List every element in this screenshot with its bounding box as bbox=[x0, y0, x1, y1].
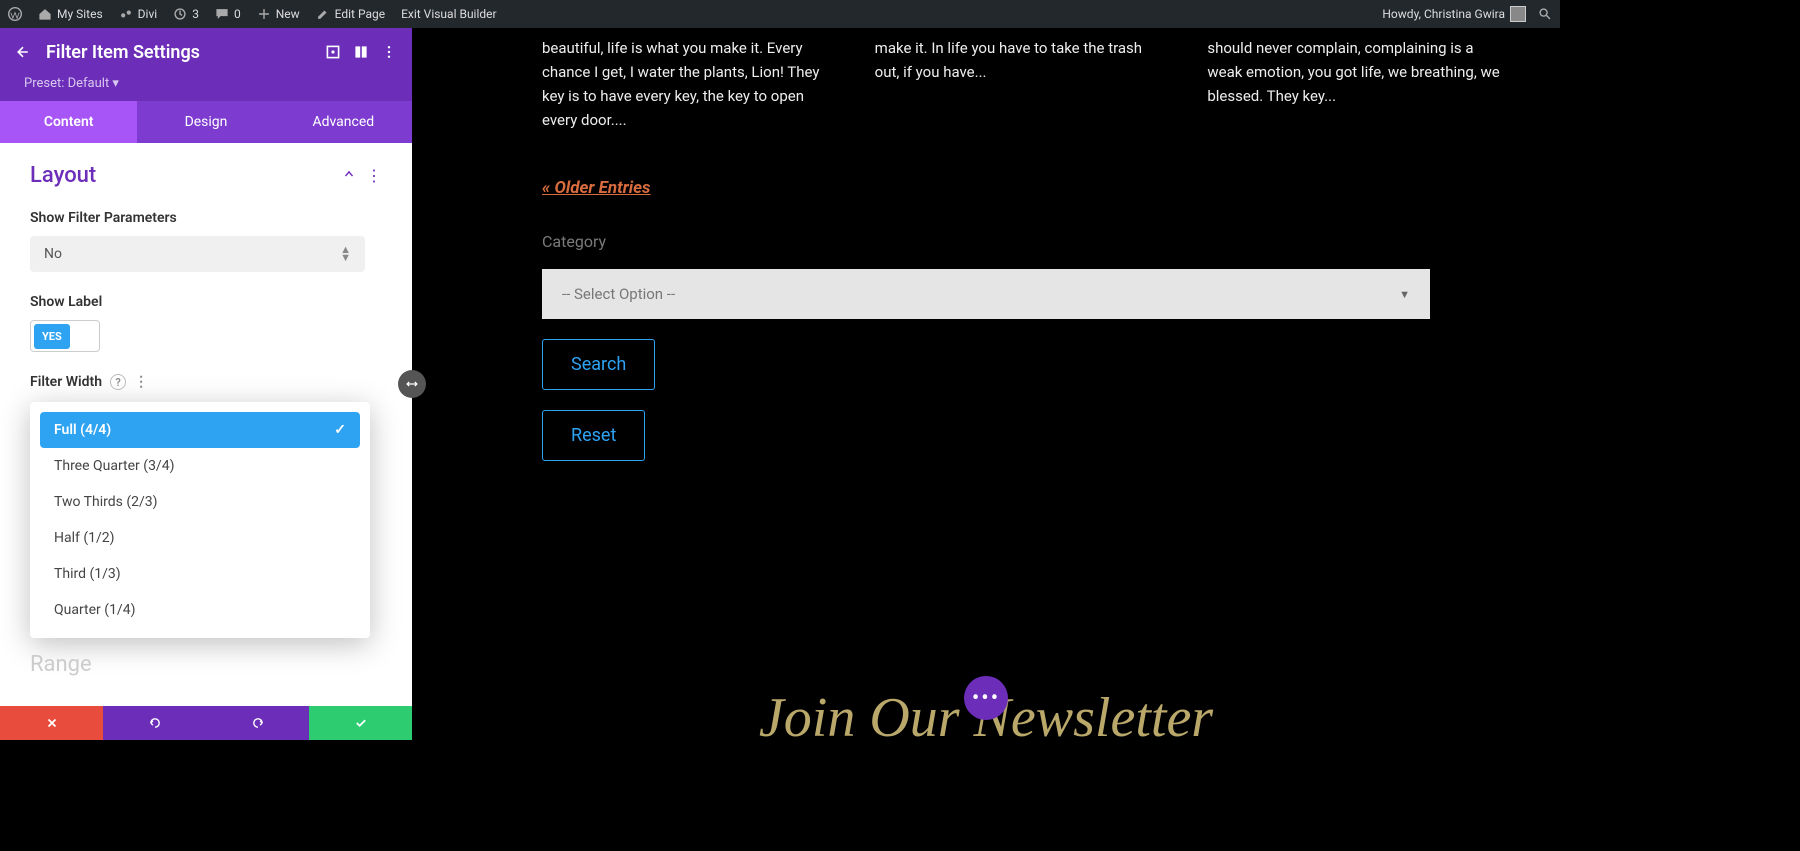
post-excerpt-3: should never complain, complaining is a … bbox=[1207, 36, 1500, 132]
chevron-up-icon bbox=[342, 166, 356, 185]
howdy-user[interactable]: Howdy, Christina Gwira bbox=[1382, 6, 1526, 22]
layout-title: Layout bbox=[30, 163, 342, 188]
exit-visual-builder[interactable]: Exit Visual Builder bbox=[401, 7, 497, 21]
updates-count: 3 bbox=[192, 7, 199, 21]
category-select[interactable]: -- Select Option -- ▼ bbox=[542, 269, 1430, 319]
updates-link[interactable]: 3 bbox=[173, 7, 199, 21]
settings-panel: Filter Item Settings Preset: Default ▾ C… bbox=[0, 28, 412, 740]
dropdown-icon: ▼ bbox=[1399, 288, 1410, 301]
expand-icon[interactable] bbox=[324, 43, 342, 61]
toggle-value: YES bbox=[34, 324, 70, 349]
undo-button[interactable] bbox=[103, 706, 206, 740]
help-icon[interactable]: ? bbox=[110, 374, 126, 390]
show-filter-params-field: Show Filter Parameters No ▲▼ bbox=[30, 210, 382, 272]
resize-handle[interactable] bbox=[398, 370, 426, 398]
edit-page-link[interactable]: Edit Page bbox=[316, 7, 385, 21]
option-quarter[interactable]: Quarter (1/4) bbox=[40, 592, 360, 628]
wp-logo[interactable] bbox=[8, 7, 22, 21]
comments-link[interactable]: 0 bbox=[215, 7, 241, 21]
save-button[interactable] bbox=[309, 706, 412, 740]
posts-row: beautiful, life is what you make it. Eve… bbox=[472, 36, 1500, 132]
category-select-value: -- Select Option -- bbox=[562, 285, 675, 303]
user-avatar bbox=[1510, 6, 1526, 22]
wp-admin-bar: My Sites Divi 3 0 New Edit Page Exit Vis… bbox=[0, 0, 1560, 28]
back-icon[interactable] bbox=[14, 43, 32, 61]
range-text: Range bbox=[30, 652, 382, 677]
tab-advanced[interactable]: Advanced bbox=[275, 101, 412, 143]
option-full[interactable]: Full (4/4)✓ bbox=[40, 412, 360, 448]
filter-width-field: Filter Width ? ⋮ Full (4/4)✓ Three Quart… bbox=[30, 374, 382, 638]
section-more-icon[interactable]: ⋮ bbox=[366, 166, 382, 185]
show-filter-params-select[interactable]: No ▲▼ bbox=[30, 236, 365, 272]
new-label: New bbox=[276, 7, 300, 21]
panel-tabs: Content Design Advanced bbox=[0, 101, 412, 143]
redo-button[interactable] bbox=[206, 706, 309, 740]
page-preview: beautiful, life is what you make it. Eve… bbox=[412, 28, 1560, 740]
older-entries-link[interactable]: « Older Entries bbox=[542, 178, 651, 198]
panel-body: Layout ⋮ Show Filter Parameters No ▲▼ Sh… bbox=[0, 143, 412, 706]
panel-header: Filter Item Settings bbox=[0, 28, 412, 76]
divi-link[interactable]: Divi bbox=[119, 7, 158, 21]
post-excerpt-2: make it. In life you have to take the tr… bbox=[875, 36, 1168, 132]
tab-content[interactable]: Content bbox=[0, 101, 137, 143]
howdy-label: Howdy, Christina Gwira bbox=[1382, 7, 1505, 21]
category-label: Category bbox=[542, 232, 1500, 251]
comments-count: 0 bbox=[234, 7, 241, 21]
check-icon: ✓ bbox=[334, 422, 346, 438]
panel-title: Filter Item Settings bbox=[46, 42, 314, 63]
show-label-label: Show Label bbox=[30, 294, 382, 310]
edit-page-label: Edit Page bbox=[335, 7, 385, 21]
option-three-quarter[interactable]: Three Quarter (3/4) bbox=[40, 448, 360, 484]
search-button[interactable]: Search bbox=[542, 339, 655, 390]
preset-label: Preset: Default ▾ bbox=[24, 76, 119, 91]
show-filter-params-value: No bbox=[44, 246, 62, 262]
option-two-thirds[interactable]: Two Thirds (2/3) bbox=[40, 484, 360, 520]
show-label-toggle[interactable]: YES bbox=[30, 320, 100, 352]
columns-icon[interactable] bbox=[352, 43, 370, 61]
show-label-field: Show Label YES bbox=[30, 294, 382, 352]
tab-design[interactable]: Design bbox=[137, 101, 274, 143]
new-link[interactable]: New bbox=[257, 7, 300, 21]
field-more-icon[interactable]: ⋮ bbox=[134, 374, 148, 390]
preset-selector[interactable]: Preset: Default ▾ bbox=[0, 76, 412, 101]
option-third[interactable]: Third (1/3) bbox=[40, 556, 360, 592]
my-sites-link[interactable]: My Sites bbox=[38, 7, 103, 21]
panel-footer bbox=[0, 706, 412, 740]
divi-label: Divi bbox=[138, 7, 158, 21]
builder-fab[interactable]: ••• bbox=[964, 676, 1008, 720]
exit-vb-label: Exit Visual Builder bbox=[401, 7, 497, 21]
reset-button[interactable]: Reset bbox=[542, 410, 645, 461]
filter-width-label-row: Filter Width ? ⋮ bbox=[30, 374, 382, 390]
select-arrows-icon: ▲▼ bbox=[340, 246, 351, 262]
post-excerpt-1: beautiful, life is what you make it. Eve… bbox=[542, 36, 835, 132]
option-half[interactable]: Half (1/2) bbox=[40, 520, 360, 556]
show-filter-params-label: Show Filter Parameters bbox=[30, 210, 382, 226]
filter-width-label: Filter Width bbox=[30, 374, 102, 390]
my-sites-label: My Sites bbox=[57, 7, 103, 21]
more-icon[interactable] bbox=[380, 43, 398, 61]
filter-width-dropdown: Full (4/4)✓ Three Quarter (3/4) Two Thir… bbox=[30, 402, 370, 638]
search-icon[interactable] bbox=[1538, 7, 1552, 21]
cancel-button[interactable] bbox=[0, 706, 103, 740]
layout-section-toggle[interactable]: Layout ⋮ bbox=[30, 163, 382, 188]
